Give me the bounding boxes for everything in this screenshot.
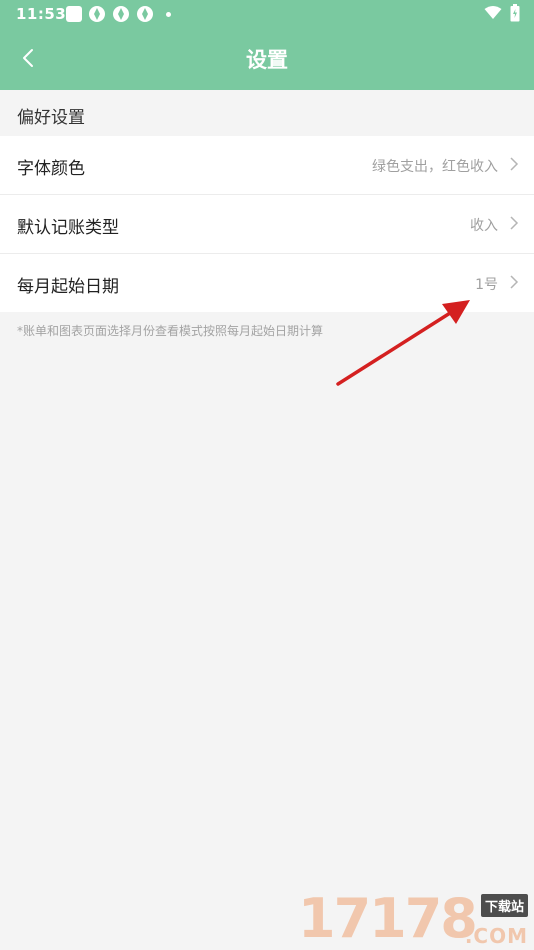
status-system-icons (484, 4, 520, 22)
notification-square-icon (66, 6, 82, 22)
setting-value: 1号 (475, 277, 498, 293)
more-notifications-dot-icon (166, 11, 171, 17)
setting-row-default-type[interactable]: 默认记账类型 收入 (0, 194, 534, 253)
setting-row-font-color[interactable]: 字体颜色 绿色支出，红色收入 (0, 136, 534, 194)
pinwheel-icon (113, 6, 129, 22)
battery-icon (510, 4, 520, 22)
pinwheel-icon (137, 6, 153, 22)
status-notification-icons (66, 5, 171, 23)
watermark-digits: 17178 (298, 887, 478, 950)
setting-label: 默认记账类型 (17, 218, 119, 238)
navigation-bar: 设置 (0, 28, 534, 90)
page-title: 设置 (246, 48, 288, 72)
watermark-logo: 17178 下载站 .COM (298, 887, 528, 950)
chevron-right-icon (510, 275, 519, 289)
chevron-right-icon (510, 157, 519, 171)
watermark-domain: .COM (464, 924, 528, 948)
status-time: 11:53 (16, 5, 67, 23)
setting-row-month-start-date[interactable]: 每月起始日期 1号 (0, 253, 534, 312)
status-bar: 11:53 (0, 0, 534, 28)
setting-value: 收入 (470, 218, 498, 234)
chevron-right-icon (510, 216, 519, 230)
pinwheel-icon (89, 6, 105, 22)
settings-list: 字体颜色 绿色支出，红色收入 默认记账类型 收入 每月起始日期 1号 (0, 136, 534, 312)
setting-value: 绿色支出，红色收入 (372, 159, 498, 175)
section-header: 偏好设置 (0, 90, 534, 136)
setting-label: 字体颜色 (17, 159, 85, 179)
section-title: 偏好设置 (17, 108, 85, 128)
wifi-icon (484, 6, 502, 19)
setting-label: 每月起始日期 (17, 277, 119, 297)
top-app-bar: 11:53 设置 (0, 0, 534, 90)
watermark-tag: 下载站 (480, 894, 528, 917)
footnote-text: *账单和图表页面选择月份查看模式按照每月起始日期计算 (17, 324, 324, 338)
